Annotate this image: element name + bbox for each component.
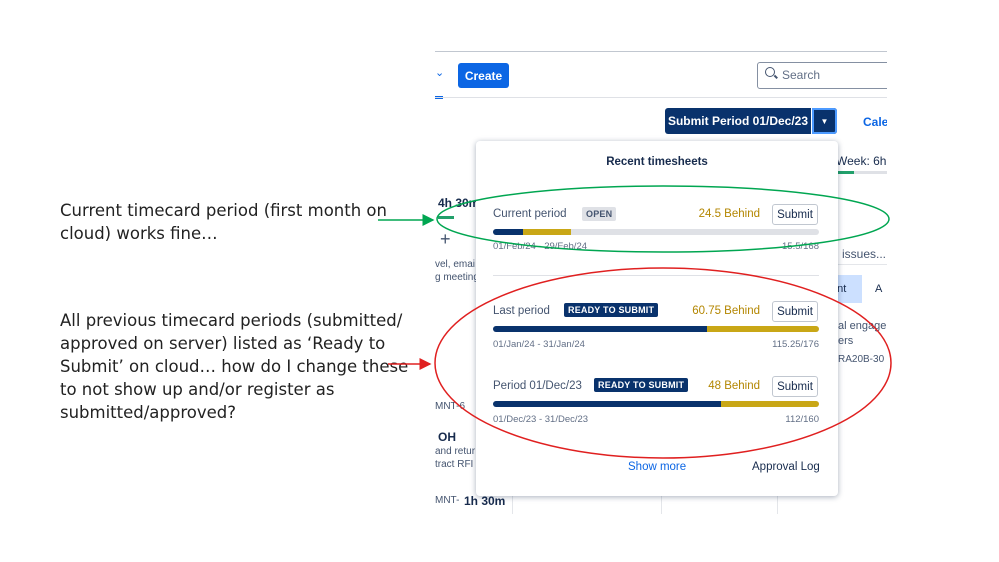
annotation-overlay <box>378 185 892 459</box>
green-highlight-ellipse <box>436 185 890 253</box>
red-highlight-ellipse <box>434 267 892 459</box>
